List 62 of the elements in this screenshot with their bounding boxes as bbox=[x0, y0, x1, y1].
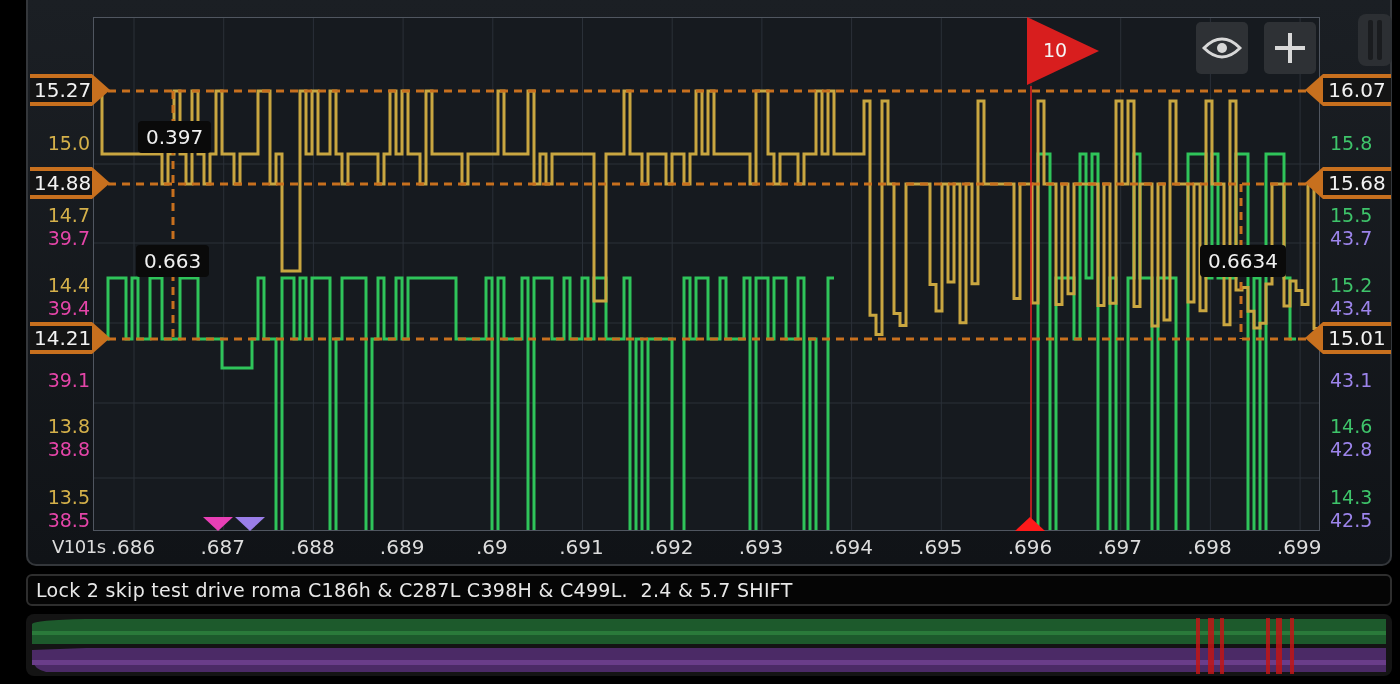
axis-label: 14.6 bbox=[1330, 415, 1374, 438]
visibility-button[interactable] bbox=[1196, 22, 1248, 74]
axis-label: 42.5 bbox=[1330, 509, 1374, 532]
axis-label: 39.4 bbox=[46, 297, 90, 320]
cursor-value[interactable]: 15.01 bbox=[1323, 322, 1391, 354]
axis-label: 43.1 bbox=[1330, 369, 1374, 392]
axis-label: .686 bbox=[110, 535, 156, 559]
axis-label: 15.0 bbox=[46, 132, 90, 155]
axis-label: 38.5 bbox=[46, 509, 90, 532]
axis-label: 39.7 bbox=[46, 227, 90, 250]
pointer-icon[interactable] bbox=[1305, 74, 1323, 106]
axis-label: 15.2 bbox=[1330, 274, 1374, 297]
axis-unit: V101s bbox=[52, 536, 106, 557]
marker-icon[interactable] bbox=[1015, 517, 1045, 531]
axis-label: 43.4 bbox=[1330, 297, 1374, 320]
readout-value: 0.6634 bbox=[1200, 245, 1286, 277]
readout-value: 0.663 bbox=[136, 245, 210, 277]
axis-label: .687 bbox=[200, 535, 245, 559]
axis-label: .689 bbox=[379, 535, 425, 559]
axis-label: .688 bbox=[290, 535, 335, 559]
drag-handle-icon[interactable] bbox=[1358, 14, 1392, 66]
plus-icon bbox=[1274, 32, 1306, 64]
pointer-icon[interactable] bbox=[92, 322, 110, 354]
axis-label: 42.8 bbox=[1330, 438, 1374, 461]
eye-icon bbox=[1202, 36, 1242, 60]
note-text: Lock 2 skip test drive roma C186h & C287L C398H & C499L. 2.4 & 5.7 SHIFT bbox=[36, 579, 793, 601]
axis-label: 14.4 bbox=[46, 274, 90, 297]
axis-label: .695 bbox=[918, 535, 963, 559]
axis-label: 14.3 bbox=[1330, 486, 1374, 509]
cursor-value[interactable]: 15.27 bbox=[30, 74, 92, 106]
add-button[interactable] bbox=[1264, 22, 1316, 74]
overview-strip[interactable] bbox=[26, 614, 1392, 676]
axis-label: .696 bbox=[1007, 535, 1053, 559]
marker-icon[interactable] bbox=[235, 517, 265, 531]
axis-label: 14.7 bbox=[46, 204, 90, 227]
cursor-value[interactable]: 14.88 bbox=[30, 167, 92, 199]
axis-label: 43.7 bbox=[1330, 227, 1374, 250]
axis-label: 13.8 bbox=[46, 415, 90, 438]
axis-label: 15.8 bbox=[1330, 132, 1374, 155]
axis-label: .691 bbox=[559, 535, 604, 559]
axis-label: .692 bbox=[648, 535, 694, 559]
flag-marker[interactable] bbox=[1027, 17, 1099, 85]
cursor-value[interactable]: 14.21 bbox=[30, 322, 92, 354]
readout-value: 0.397 bbox=[138, 121, 212, 153]
axis-label: 13.5 bbox=[46, 486, 90, 509]
axis-label: .69 bbox=[475, 535, 508, 559]
flag-label: 10 bbox=[1043, 39, 1068, 61]
axis-label: .697 bbox=[1097, 535, 1142, 559]
cursor-value[interactable]: 16.07 bbox=[1323, 74, 1391, 106]
axis-label: 39.1 bbox=[46, 369, 90, 392]
pointer-icon[interactable] bbox=[1305, 322, 1323, 354]
axis-label: .698 bbox=[1187, 535, 1232, 559]
axis-label: .693 bbox=[738, 535, 784, 559]
axis-label: 38.8 bbox=[46, 438, 90, 461]
axis-label: .694 bbox=[828, 535, 873, 559]
axis-label: 15.5 bbox=[1330, 204, 1374, 227]
pointer-icon[interactable] bbox=[1305, 167, 1323, 199]
axis-label: .699 bbox=[1276, 535, 1322, 559]
cursor-value[interactable]: 15.68 bbox=[1323, 167, 1391, 199]
pointer-icon[interactable] bbox=[92, 74, 110, 106]
pointer-icon[interactable] bbox=[92, 167, 110, 199]
marker-icon[interactable] bbox=[203, 517, 233, 531]
